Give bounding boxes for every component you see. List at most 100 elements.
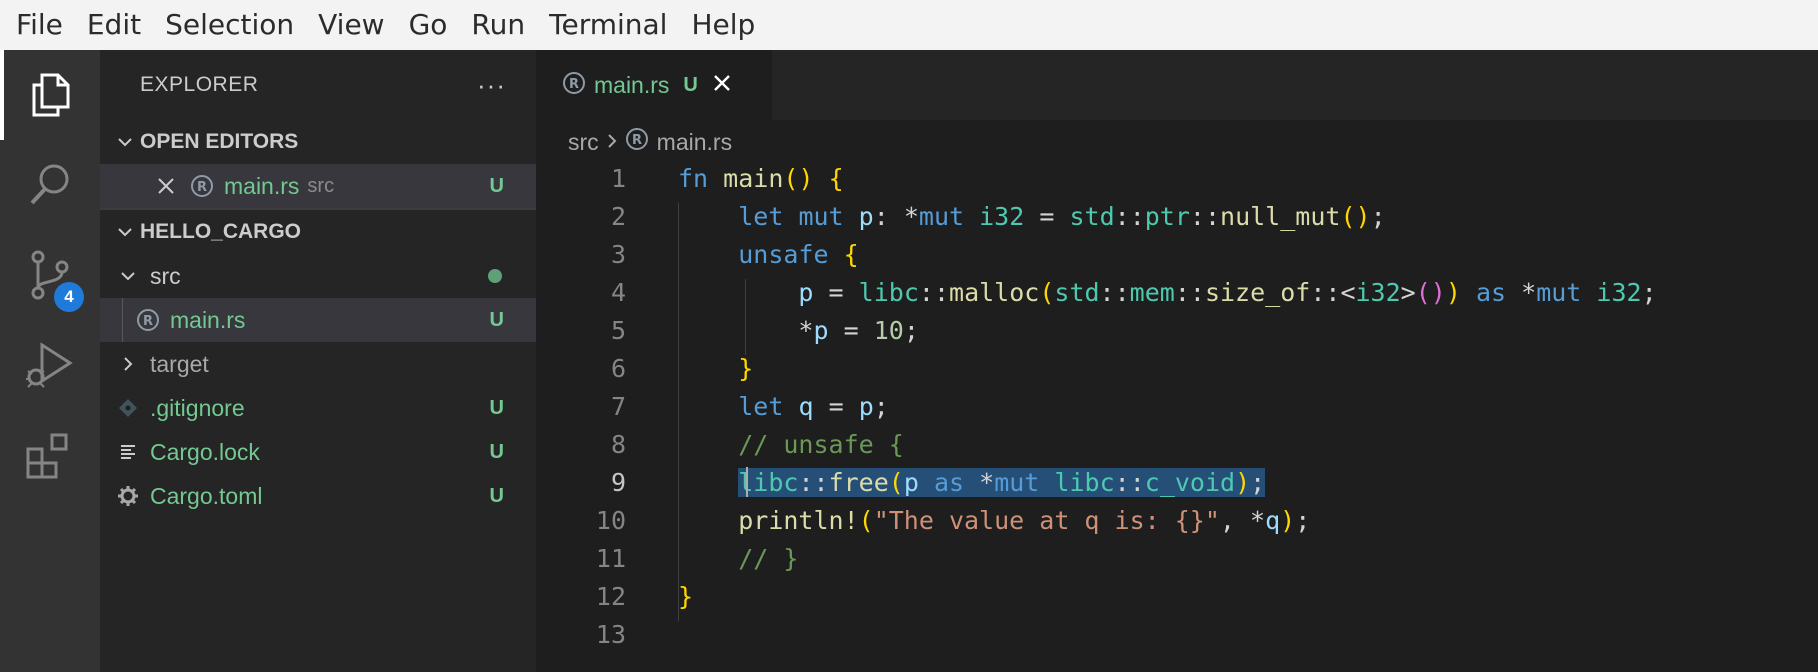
selection-highlight: libc::free(p as *mut libc::c_void); (738, 467, 1266, 497)
breadcrumb-file[interactable]: main.rs (657, 129, 732, 156)
menu-terminal[interactable]: Terminal (537, 0, 679, 50)
indent-guide (122, 298, 123, 342)
search-icon (30, 164, 69, 205)
git-status-badge: U (489, 396, 504, 419)
activity-run-debug[interactable] (0, 320, 100, 410)
line-number: 7 (610, 391, 626, 421)
tree-item-main-rs[interactable]: R main.rs U (100, 298, 536, 342)
code-line[interactable]: 13 (536, 615, 1818, 653)
code-text: let q = p; (738, 391, 889, 421)
chevron-down-icon (110, 133, 140, 151)
chevron-down-icon (110, 223, 140, 241)
tree-item-cargo-lock[interactable]: Cargo.lock U (100, 430, 536, 474)
git-status-badge: U (489, 308, 504, 331)
line-number: 10 (595, 505, 626, 535)
close-icon[interactable] (712, 73, 732, 98)
code-editor[interactable]: 1 fn main() { 2 let mut p: *mut i32 = std:… (536, 164, 1818, 672)
code-line[interactable]: 5 *p = 10; (536, 311, 1818, 349)
code-text: unsafe { (738, 239, 859, 269)
tree-item-gitignore[interactable]: .gitignore U (100, 386, 536, 430)
svg-text:R: R (569, 77, 579, 92)
gear-icon (114, 482, 142, 510)
tree-item-src[interactable]: src (100, 254, 536, 298)
close-icon[interactable] (152, 172, 180, 200)
activity-bar: 4 (0, 50, 100, 672)
tree-item-label: target (150, 350, 209, 377)
project-header[interactable]: HELLO_CARGO (100, 210, 536, 254)
code-text: libc::free(p as *mut libc::c_void); (678, 467, 1266, 497)
activity-search[interactable] (0, 140, 100, 230)
code-text: p = libc::malloc(std::mem::size_of::<i32… (798, 277, 1657, 307)
line-number: 1 (610, 163, 626, 193)
rust-file-icon: R (188, 172, 216, 200)
open-editors-label: OPEN EDITORS (140, 130, 299, 153)
tree-item-label: main.rs (170, 306, 246, 333)
run-debug-icon (26, 342, 73, 388)
code-line[interactable]: 11 // } (536, 539, 1818, 577)
modified-dot-icon (488, 269, 502, 283)
rust-file-icon: R (625, 127, 649, 157)
menu-edit[interactable]: Edit (75, 0, 153, 50)
tree-item-label: .gitignore (150, 394, 245, 421)
svg-text:R: R (143, 314, 153, 329)
menu-selection[interactable]: Selection (153, 0, 306, 50)
code-line[interactable]: 12} (536, 577, 1818, 615)
code-text: println!("The value at q is: {}", *q); (738, 505, 1311, 535)
code-line[interactable]: 10 println!("The value at q is: {}", *q)… (536, 501, 1818, 539)
code-line[interactable]: 7 let q = p; (536, 387, 1818, 425)
explorer-title-row: EXPLORER ··· (100, 50, 536, 120)
menu-go[interactable]: Go (397, 0, 460, 50)
rust-file-icon: R (562, 71, 586, 100)
code-text: } (678, 581, 694, 611)
open-editor-name: main.rs (224, 172, 300, 199)
line-number: 11 (595, 543, 626, 573)
chevron-right-icon (605, 129, 619, 156)
scm-badge: 4 (54, 282, 84, 312)
activity-source-control[interactable]: 4 (0, 230, 100, 320)
svg-text:R: R (197, 180, 207, 195)
breadcrumb-folder[interactable]: src (568, 129, 599, 156)
activity-explorer[interactable] (0, 50, 100, 140)
code-line[interactable]: 9 libc::free(p as *mut libc::c_void); (536, 463, 1818, 501)
tree-item-label: src (150, 262, 181, 289)
explorer-icon (32, 73, 70, 117)
code-line[interactable]: 4 p = libc::malloc(std::mem::size_of::<i… (536, 273, 1818, 311)
chevron-right-icon (114, 350, 142, 378)
rust-file-icon: R (134, 306, 162, 334)
tree-item-label: Cargo.toml (150, 482, 263, 509)
line-number: 12 (595, 581, 626, 611)
code-text: fn main() { (678, 163, 844, 193)
code-line[interactable]: 6 } (536, 349, 1818, 387)
explorer-title: EXPLORER (140, 73, 259, 96)
code-text: } (738, 353, 754, 383)
code-text: *p = 10; (798, 315, 919, 345)
code-line[interactable]: 1 fn main() { (536, 159, 1818, 197)
line-number: 13 (595, 619, 626, 649)
line-number: 2 (610, 201, 626, 231)
menu-run[interactable]: Run (459, 0, 537, 50)
git-file-icon (114, 394, 142, 422)
line-number: 9 (610, 467, 626, 497)
lines-file-icon (114, 438, 142, 466)
git-status-badge: U (489, 484, 504, 507)
activity-extensions[interactable] (0, 410, 100, 500)
tab-git-status: U (683, 73, 698, 96)
code-line[interactable]: 2 let mut p: *mut i32 = std::ptr::null_m… (536, 197, 1818, 235)
menu-file[interactable]: File (6, 0, 75, 50)
breadcrumb: src R main.rs (568, 122, 732, 162)
line-number: 3 (610, 239, 626, 269)
more-actions-icon[interactable]: ··· (477, 70, 506, 101)
code-line[interactable]: 3 unsafe { (536, 235, 1818, 273)
tab-main-rs[interactable]: R main.rs U (536, 50, 772, 120)
line-number: 5 (610, 315, 626, 345)
menu-bar: File Edit Selection View Go Run Terminal… (0, 0, 1818, 50)
code-text: // } (738, 543, 799, 573)
open-editors-header[interactable]: OPEN EDITORS (100, 120, 536, 164)
menu-help[interactable]: Help (679, 0, 767, 50)
tree-item-cargo-toml[interactable]: Cargo.toml U (100, 474, 536, 518)
svg-text:R: R (632, 133, 642, 148)
code-line[interactable]: 8 // unsafe { (536, 425, 1818, 463)
tree-item-target[interactable]: target (100, 342, 536, 386)
menu-view[interactable]: View (306, 0, 396, 50)
open-editor-item[interactable]: R main.rs src U (100, 164, 536, 208)
